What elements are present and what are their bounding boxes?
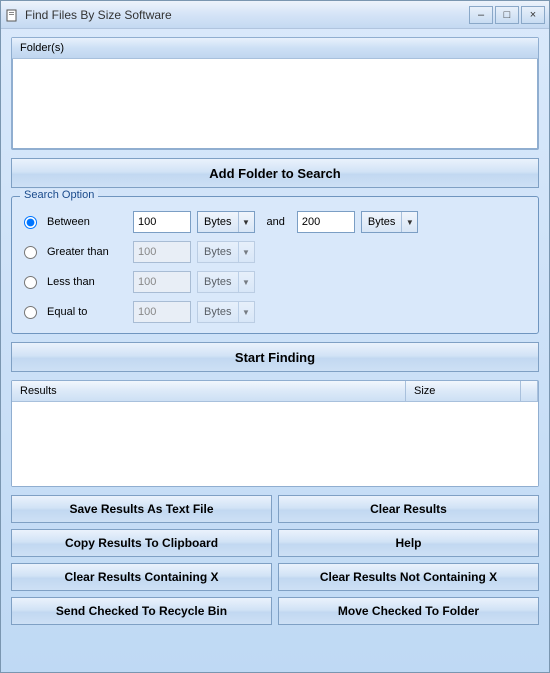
and-label: and	[261, 216, 291, 228]
combo-text: Bytes	[362, 216, 402, 228]
send-recycle-button[interactable]: Send Checked To Recycle Bin	[11, 597, 272, 625]
radio-equal-to[interactable]	[24, 306, 37, 319]
results-header: Results Size	[12, 381, 538, 402]
greater-value-input	[133, 241, 191, 263]
move-folder-button[interactable]: Move Checked To Folder	[278, 597, 539, 625]
radio-less-than[interactable]	[24, 276, 37, 289]
chevron-down-icon: ▼	[238, 302, 254, 322]
combo-text: Bytes	[198, 216, 238, 228]
between-unit1-combo[interactable]: Bytes ▼	[197, 211, 255, 233]
clear-not-containing-button[interactable]: Clear Results Not Containing X	[278, 563, 539, 591]
folders-header: Folder(s)	[12, 38, 538, 59]
button-grid: Save Results As Text File Clear Results …	[11, 495, 539, 625]
combo-text: Bytes	[198, 306, 238, 318]
label-less-than: Less than	[47, 276, 127, 288]
combo-text: Bytes	[198, 276, 238, 288]
between-value2-input[interactable]	[297, 211, 355, 233]
search-option-legend: Search Option	[20, 189, 98, 201]
app-icon	[5, 7, 21, 23]
radio-between[interactable]	[24, 216, 37, 229]
window-title: Find Files By Size Software	[25, 8, 467, 22]
start-finding-button[interactable]: Start Finding	[11, 342, 539, 372]
less-unit-combo: Bytes ▼	[197, 271, 255, 293]
titlebar[interactable]: Find Files By Size Software – □ ×	[1, 1, 549, 29]
clear-results-button[interactable]: Clear Results	[278, 495, 539, 523]
save-results-text-button[interactable]: Save Results As Text File	[11, 495, 272, 523]
clear-containing-button[interactable]: Clear Results Containing X	[11, 563, 272, 591]
add-folder-button[interactable]: Add Folder to Search	[11, 158, 539, 188]
label-between: Between	[47, 216, 127, 228]
folders-panel: Folder(s)	[11, 37, 539, 150]
less-value-input	[133, 271, 191, 293]
app-window: Find Files By Size Software – □ × Folder…	[0, 0, 550, 673]
equal-unit-combo: Bytes ▼	[197, 301, 255, 323]
option-between-row: Between Bytes ▼ and Bytes ▼	[22, 207, 528, 237]
maximize-button[interactable]: □	[495, 6, 519, 24]
close-button[interactable]: ×	[521, 6, 545, 24]
option-equal-row: Equal to Bytes ▼	[22, 297, 528, 327]
chevron-down-icon: ▼	[238, 212, 254, 232]
radio-greater-than[interactable]	[24, 246, 37, 259]
chevron-down-icon: ▼	[238, 272, 254, 292]
label-greater-than: Greater than	[47, 246, 127, 258]
copy-clipboard-button[interactable]: Copy Results To Clipboard	[11, 529, 272, 557]
results-panel: Results Size	[11, 380, 539, 487]
size-column-header[interactable]: Size	[406, 381, 521, 401]
label-equal-to: Equal to	[47, 306, 127, 318]
help-button[interactable]: Help	[278, 529, 539, 557]
greater-unit-combo: Bytes ▼	[197, 241, 255, 263]
equal-value-input	[133, 301, 191, 323]
results-column-header[interactable]: Results	[12, 381, 406, 401]
option-greater-row: Greater than Bytes ▼	[22, 237, 528, 267]
extra-column-header	[521, 381, 538, 401]
search-option-group: Search Option Between Bytes ▼ and Bytes …	[11, 196, 539, 334]
option-less-row: Less than Bytes ▼	[22, 267, 528, 297]
chevron-down-icon: ▼	[238, 242, 254, 262]
between-unit2-combo[interactable]: Bytes ▼	[361, 211, 419, 233]
between-value1-input[interactable]	[133, 211, 191, 233]
combo-text: Bytes	[198, 246, 238, 258]
minimize-button[interactable]: –	[469, 6, 493, 24]
results-listbox[interactable]	[12, 402, 538, 486]
folders-listbox[interactable]	[12, 59, 538, 149]
chevron-down-icon: ▼	[401, 212, 417, 232]
content-area: Folder(s) Add Folder to Search Search Op…	[1, 29, 549, 633]
